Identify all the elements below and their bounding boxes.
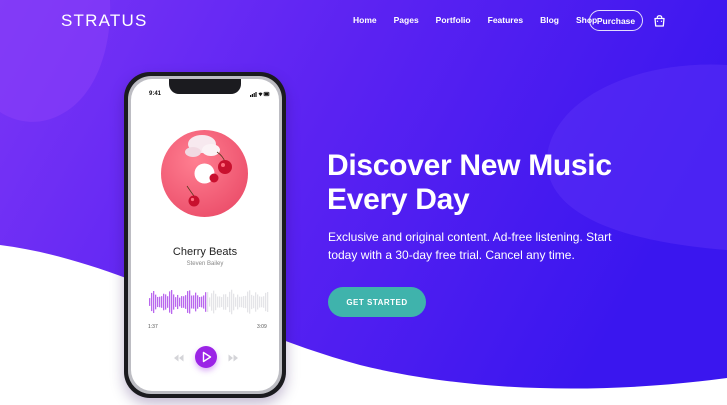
waveform-bar [197, 295, 199, 309]
audio-waveform[interactable] [149, 289, 269, 315]
waveform-bar [183, 296, 185, 308]
phone-bezel: 9:41 Cherry Beats Steven Bailey 1:37 3:0… [128, 76, 282, 394]
track-artist: Steven Bailey [186, 261, 224, 267]
track-title: Cherry Beats [172, 246, 238, 258]
phone-screen: 9:41 Cherry Beats Steven Bailey 1:37 3:0… [131, 79, 279, 391]
brand-logo[interactable]: STRATUS [61, 11, 147, 31]
waveform-bar [157, 296, 159, 308]
description-line-2: today with a 30-day free trial. Cancel a… [328, 248, 575, 262]
waveform-bar [203, 295, 205, 309]
waveform-bar [163, 293, 165, 311]
waveform-bar [217, 296, 219, 308]
status-time: 9:41 [149, 91, 162, 97]
rewind-icon[interactable] [173, 354, 184, 362]
top-navigation: STRATUS Home Pages Portfolio Features Bl… [0, 0, 727, 42]
waveform-bar [253, 295, 255, 309]
waveform-bar [173, 294, 175, 310]
fast-forward-icon[interactable] [228, 354, 239, 362]
waveform-bar [267, 292, 269, 312]
waveform-bar [249, 290, 251, 314]
waveform-bar [235, 297, 237, 307]
waveform-bar [167, 296, 169, 308]
headline-line-1: Discover New Music [327, 149, 612, 182]
waveform-bar [231, 289, 233, 315]
waveform-bar [187, 291, 189, 313]
waveform-bar [229, 291, 231, 313]
album-cover [161, 130, 248, 217]
waveform-bar [213, 290, 215, 314]
headline-line-2: Every Day [327, 183, 470, 216]
waveform-bar [211, 293, 213, 311]
nav-item-pages[interactable]: Pages [394, 15, 419, 25]
waveform-bar [259, 296, 261, 308]
waveform-bar [191, 295, 193, 309]
main-menu: Home Pages Portfolio Features Blog Shop [353, 15, 614, 25]
waveform-bar [189, 290, 191, 314]
status-bar-icons [250, 91, 270, 97]
waveform-bar [179, 297, 181, 307]
waveform-bar [257, 294, 259, 310]
waveform-bar [219, 296, 221, 308]
purchase-button[interactable]: Purchase [589, 10, 643, 31]
time-elapsed: 1:37 [148, 324, 158, 330]
waveform-bar [151, 292, 153, 312]
waveform-bar [221, 297, 223, 307]
waveform-bar [207, 292, 209, 312]
waveform-bar [195, 292, 197, 312]
waveform-bar [199, 297, 201, 307]
waveform-bar [233, 293, 235, 311]
waveform-bar [265, 292, 267, 312]
waveform-bar [201, 296, 203, 308]
waveform-bar [215, 293, 217, 311]
waveform-bar [255, 292, 257, 312]
shopping-bag-icon[interactable] [653, 14, 666, 27]
waveform-bar [181, 296, 183, 308]
waveform-bar [193, 295, 195, 309]
waveform-bar [159, 296, 161, 308]
waveform-bar [161, 296, 163, 308]
waveform-bar [209, 297, 211, 307]
waveform-bar [247, 291, 249, 313]
nav-item-portfolio[interactable]: Portfolio [436, 15, 471, 25]
hero-description: Exclusive and original content. Ad-free … [328, 228, 648, 264]
waveform-bar [175, 297, 177, 307]
waveform-bar [245, 295, 247, 309]
waveform-bar [227, 296, 229, 308]
waveform-bar [225, 294, 227, 310]
waveform-bar [223, 294, 225, 310]
waveform-bar [239, 296, 241, 308]
waveform-bar [261, 296, 263, 308]
hero-section: STRATUS Home Pages Portfolio Features Bl… [0, 0, 727, 405]
waveform-bar [165, 294, 167, 310]
description-line-1: Exclusive and original content. Ad-free … [328, 230, 612, 244]
get-started-button[interactable]: GET STARTED [328, 287, 426, 317]
waveform-bar [153, 291, 155, 313]
hero-headline: Discover New Music Every Day [327, 149, 647, 217]
waveform-bar [171, 290, 173, 314]
waveform-bar [243, 296, 245, 308]
waveform-bar [185, 295, 187, 309]
waveform-bar [237, 294, 239, 310]
play-button[interactable] [195, 346, 217, 368]
nav-item-blog[interactable]: Blog [540, 15, 559, 25]
nav-item-home[interactable]: Home [353, 15, 377, 25]
waveform-bar [251, 294, 253, 310]
nav-item-features[interactable]: Features [488, 15, 523, 25]
waveform-bar [263, 296, 265, 308]
waveform-bar [205, 292, 207, 312]
phone-notch [169, 79, 241, 94]
play-icon [202, 351, 212, 363]
waveform-bar [149, 298, 151, 306]
time-total: 3:09 [257, 324, 267, 330]
waveform-bar [169, 291, 171, 313]
waveform-bar [155, 294, 157, 310]
waveform-bar [177, 294, 179, 310]
waveform-bar [241, 296, 243, 308]
phone-mockup: 9:41 Cherry Beats Steven Bailey 1:37 3:0… [124, 72, 286, 398]
